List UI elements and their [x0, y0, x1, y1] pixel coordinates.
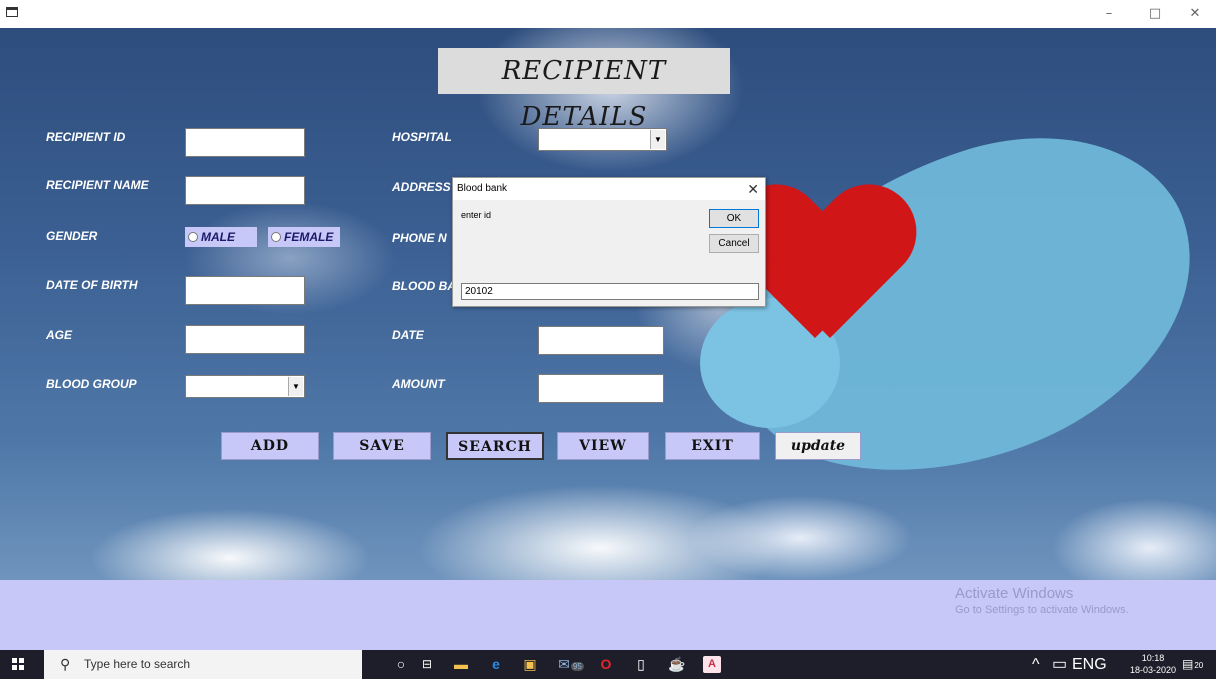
- dialog-cancel-button[interactable]: Cancel: [709, 234, 759, 253]
- date-of-birth-input[interactable]: [185, 276, 305, 305]
- java-icon[interactable]: ☕: [668, 656, 686, 673]
- clock-date: 18-03-2020: [1129, 665, 1176, 675]
- dialog-id-input[interactable]: 20102: [461, 283, 759, 300]
- hospital-label: HOSPITAL: [392, 130, 452, 144]
- recipient-name-input[interactable]: [185, 176, 305, 205]
- dialog-ok-button[interactable]: OK: [709, 209, 759, 228]
- gender-female-label: FEMALE: [284, 230, 334, 244]
- clock-time: 10:18: [1141, 653, 1165, 663]
- input-dialog: Blood bank ✕ enter id OK Cancel 20102: [452, 177, 766, 307]
- app-icon: [6, 7, 18, 17]
- taskbar: ⚲ Type here to search ○ ⊟ ▬ e ▣ ✉ 95 O ▯ …: [0, 650, 1216, 679]
- gender-male-label: MALE: [201, 230, 235, 244]
- notification-count: 20: [1194, 661, 1204, 670]
- amount-label: AMOUNT: [392, 377, 445, 391]
- mail-icon[interactable]: ✉ 95: [556, 656, 586, 673]
- date-input[interactable]: [538, 326, 664, 355]
- chevron-down-icon[interactable]: ▼: [288, 377, 303, 396]
- activate-windows-watermark: Activate Windows Go to Settings to activ…: [955, 585, 1129, 616]
- age-input[interactable]: [185, 325, 305, 354]
- store-icon[interactable]: ▣: [521, 656, 539, 673]
- dialog-prompt: enter id: [461, 210, 492, 220]
- view-button[interactable]: VIEW: [557, 432, 649, 460]
- add-button[interactable]: ADD: [221, 432, 319, 460]
- search-button[interactable]: SEARCH: [446, 432, 544, 460]
- search-icon: ⚲: [60, 656, 71, 672]
- cortana-icon[interactable]: ○: [392, 656, 410, 673]
- window-titlebar: – □ ✕: [0, 0, 1216, 28]
- access-icon[interactable]: A: [703, 656, 721, 673]
- windows-start-icon[interactable]: [12, 658, 24, 670]
- save-button[interactable]: SAVE: [333, 432, 431, 460]
- watermark-title: Activate Windows: [955, 585, 1074, 602]
- minimize-button[interactable]: –: [1094, 4, 1124, 24]
- language-indicator[interactable]: ENG: [1072, 650, 1107, 679]
- page-title: RECIPIENT DETAILS: [501, 56, 667, 132]
- gender-male-radio[interactable]: MALE: [185, 227, 257, 247]
- blood-group-select[interactable]: ▼: [185, 375, 305, 398]
- notification-center-icon[interactable]: ▤20: [1182, 650, 1203, 679]
- mail-badge: 95: [570, 662, 584, 671]
- recipient-form: RECIPIENT DETAILS RECIPIENT ID RECIPIENT…: [0, 28, 1216, 580]
- watermark-subtitle: Go to Settings to activate Windows.: [955, 604, 1129, 616]
- hospital-select[interactable]: ▼: [538, 128, 667, 151]
- gender-female-radio[interactable]: FEMALE: [268, 227, 340, 247]
- address-label: ADDRESS: [392, 180, 451, 194]
- opera-icon[interactable]: O: [597, 656, 615, 673]
- amount-input[interactable]: [538, 374, 664, 403]
- gender-label: GENDER: [46, 229, 98, 243]
- radio-circle-icon: [271, 232, 281, 242]
- recipient-name-label: RECIPIENT NAME: [46, 178, 149, 192]
- blood-bank-label: BLOOD BA: [392, 279, 456, 293]
- task-view-icon[interactable]: ⊟: [418, 656, 436, 673]
- bottom-strip: Activate Windows Go to Settings to activ…: [0, 580, 1216, 650]
- radio-circle-icon: [188, 232, 198, 242]
- taskbar-search-box[interactable]: ⚲ Type here to search: [44, 650, 362, 679]
- title-box: RECIPIENT DETAILS: [438, 48, 730, 132]
- phone-number-label: PHONE N: [392, 231, 447, 245]
- tray-chevron-up-icon[interactable]: ^: [1032, 650, 1040, 679]
- edge-icon[interactable]: e: [487, 656, 505, 673]
- date-of-birth-label: DATE OF BIRTH: [46, 278, 138, 292]
- dialog-close-button[interactable]: ✕: [747, 178, 759, 200]
- dialog-title: Blood bank: [453, 178, 765, 200]
- close-button[interactable]: ✕: [1180, 4, 1210, 24]
- taskbar-clock[interactable]: 10:18 18-03-2020: [1130, 652, 1176, 676]
- update-button[interactable]: update: [775, 432, 861, 460]
- age-label: AGE: [46, 328, 73, 342]
- battery-icon[interactable]: ▭: [1052, 650, 1067, 679]
- date-label: DATE: [392, 328, 424, 342]
- blood-group-label: BLOOD GROUP: [46, 377, 137, 391]
- notepad-icon[interactable]: ▯: [632, 656, 650, 673]
- exit-button[interactable]: EXIT: [665, 432, 760, 460]
- file-explorer-icon[interactable]: ▬: [452, 656, 470, 673]
- recipient-id-label: RECIPIENT ID: [46, 130, 126, 144]
- recipient-id-input[interactable]: [185, 128, 305, 157]
- chevron-down-icon[interactable]: ▼: [650, 130, 665, 149]
- taskbar-search-placeholder: Type here to search: [84, 657, 191, 671]
- maximize-button[interactable]: □: [1140, 4, 1170, 24]
